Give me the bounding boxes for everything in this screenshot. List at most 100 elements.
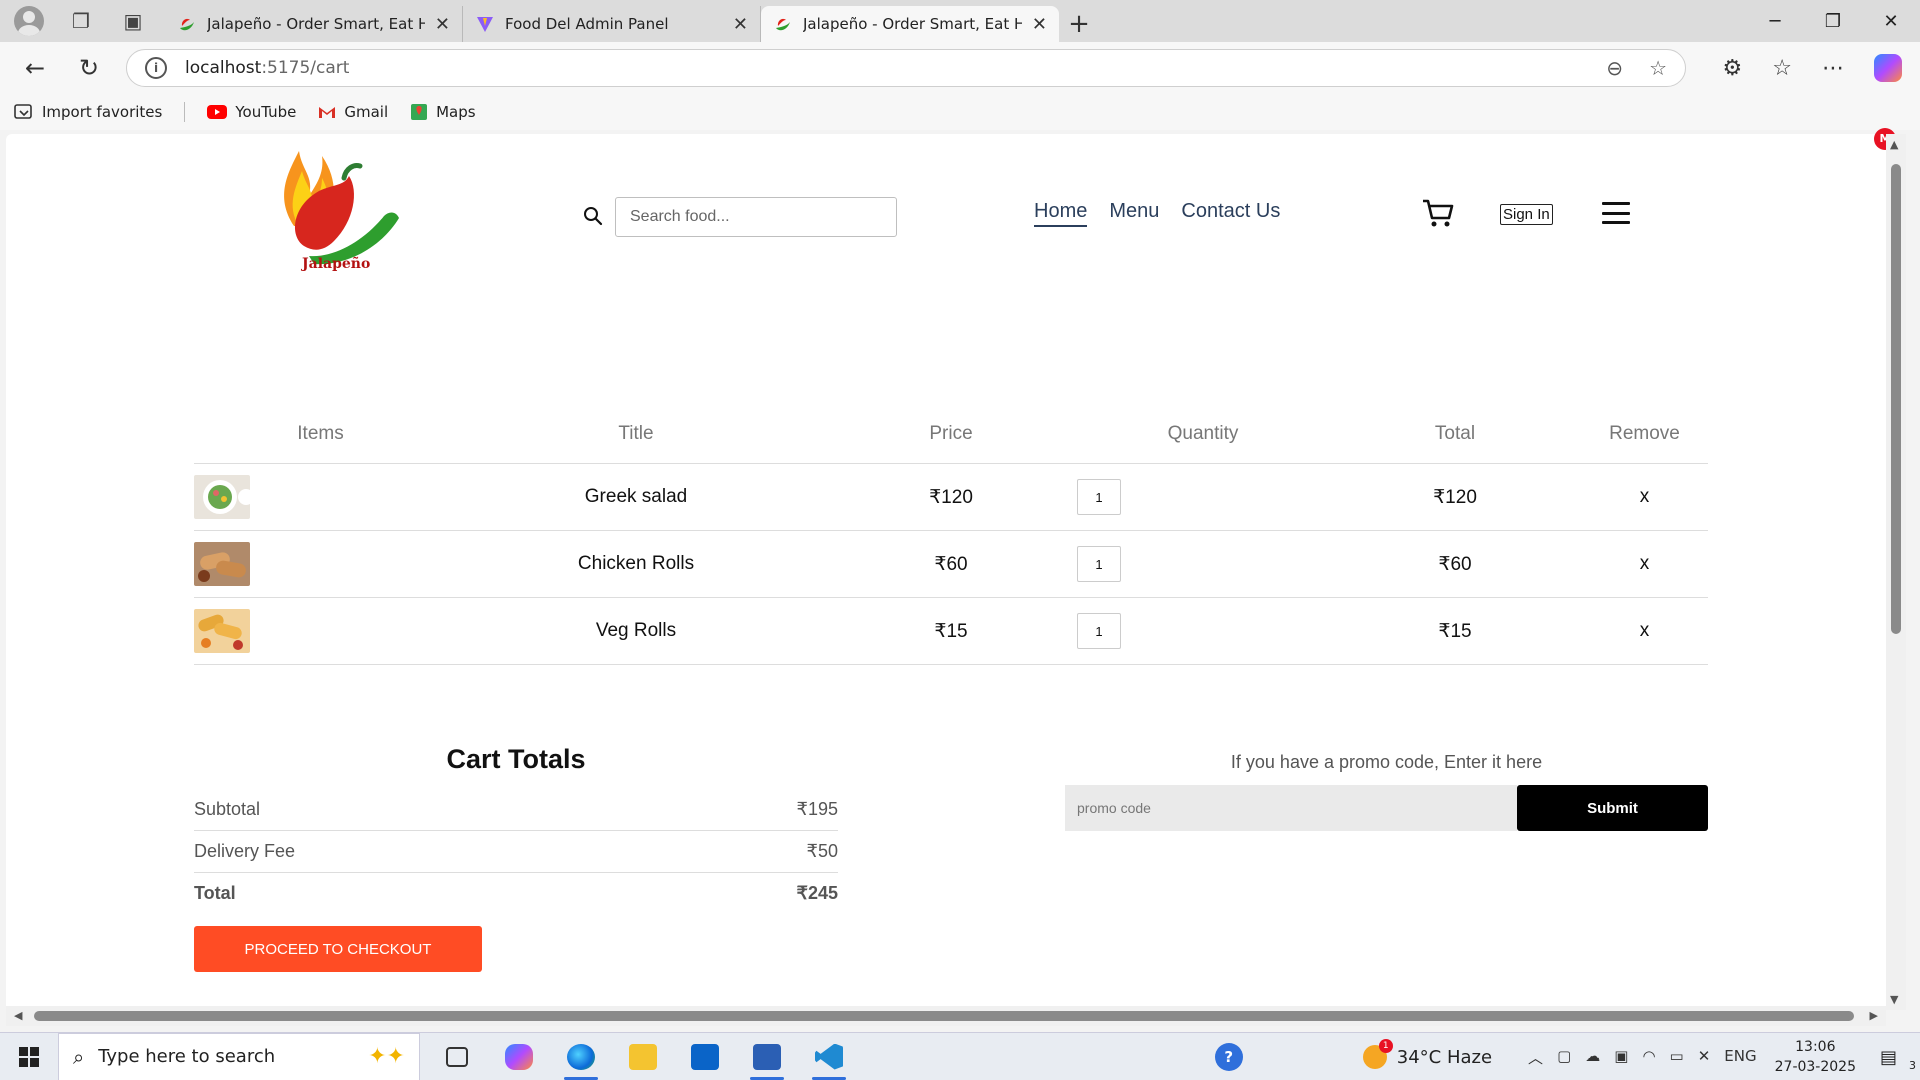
favorite-youtube[interactable]: YouTube: [207, 103, 296, 121]
remove-item-button[interactable]: x: [1581, 553, 1708, 575]
clock[interactable]: 13:06 27-03-2025: [1775, 1037, 1856, 1077]
browser-tab-2[interactable]: Food Del Admin Panel ✕: [463, 6, 761, 42]
new-tab-button[interactable]: +: [1059, 6, 1099, 42]
remove-item-button[interactable]: x: [1581, 620, 1708, 642]
tab-actions-icon[interactable]: ▣: [118, 6, 148, 36]
column-header: Quantity: [1167, 422, 1239, 444]
battery-icon[interactable]: ▭: [1670, 1047, 1684, 1068]
maps-icon: [411, 104, 428, 120]
item-title: Greek salad: [584, 486, 688, 507]
more-menu-icon[interactable]: ⋯: [1822, 56, 1844, 81]
horizontal-scroll-thumb[interactable]: [34, 1011, 1854, 1021]
vertical-scrollbar[interactable]: ▲ ▼: [1886, 134, 1906, 1010]
search-icon[interactable]: [583, 206, 603, 226]
subtotal-line: Subtotal ₹195: [194, 789, 838, 831]
workspaces-icon[interactable]: ❐: [66, 6, 96, 36]
help-icon[interactable]: ?: [1214, 1043, 1243, 1071]
meet-icon[interactable]: ▢: [1557, 1047, 1571, 1068]
windows-logo-icon: [19, 1046, 39, 1067]
quantity-field[interactable]: 1: [1077, 546, 1121, 582]
close-window-icon[interactable]: ✕: [1862, 0, 1920, 42]
site-info-icon[interactable]: i: [145, 57, 167, 79]
copilot-icon[interactable]: [1874, 54, 1902, 82]
browser-tab-1[interactable]: Jalapeño - Order Smart, Eat Healt ✕: [165, 6, 463, 42]
start-button[interactable]: [0, 1033, 58, 1080]
browser-tab-bar: ❐ ▣ Jalapeño - Order Smart, Eat Healt ✕ …: [0, 0, 1920, 42]
vscode-icon[interactable]: [806, 1034, 852, 1080]
nav-contact-us[interactable]: Contact Us: [1181, 200, 1280, 227]
scroll-down-icon[interactable]: ▼: [1890, 993, 1898, 1006]
greek-salad-image: [194, 475, 250, 519]
onedrive-icon[interactable]: ☁: [1585, 1047, 1600, 1068]
scroll-right-icon[interactable]: ▶: [1870, 1009, 1878, 1022]
item-total: ₹60: [1438, 553, 1472, 575]
tab-close-icon[interactable]: ✕: [1032, 14, 1047, 35]
quantity-field[interactable]: 1: [1077, 613, 1121, 649]
cart-table: Items Title Price Quantity Total Remove …: [194, 404, 1708, 665]
cart-icon[interactable]: [1421, 196, 1455, 230]
wifi-icon[interactable]: ◠: [1642, 1047, 1655, 1068]
search-input[interactable]: [615, 197, 897, 237]
column-header: Items: [297, 422, 344, 444]
edge-browser-icon[interactable]: [558, 1034, 604, 1080]
cart-totals-heading: Cart Totals: [446, 744, 586, 774]
refresh-icon[interactable]: ↻: [62, 42, 116, 94]
favorite-gmail[interactable]: Gmail: [318, 103, 388, 121]
cart-row: Chicken Rolls ₹60 1 ₹60 x: [194, 531, 1708, 598]
volume-muted-icon[interactable]: ✕: [1698, 1047, 1711, 1068]
taskbar-search[interactable]: ⌕ Type here to search ✦✦: [58, 1032, 420, 1080]
import-favorites-icon: [14, 104, 32, 119]
nav-home[interactable]: Home: [1034, 200, 1088, 227]
weather-widget[interactable]: 1 34°C Haze: [1362, 1039, 1492, 1069]
item-price: ₹60: [934, 553, 968, 575]
system-tray: ? 1 34°C Haze ︿ ▢ ☁ ▣ ◠ ▭ ✕ ENG 13:06 27…: [1214, 1033, 1920, 1080]
item-title: Veg Rolls: [595, 620, 677, 641]
zoom-out-icon[interactable]: ⊖: [1606, 56, 1623, 80]
tab-bar-left-controls: ❐ ▣: [0, 0, 165, 42]
clock-date: 27-03-2025: [1774, 1059, 1856, 1075]
file-explorer-icon[interactable]: [620, 1034, 666, 1080]
favorite-import[interactable]: Import favorites: [14, 103, 162, 121]
display-icon[interactable]: ▣: [1614, 1047, 1628, 1068]
extensions-icon[interactable]: ⚙: [1723, 56, 1743, 81]
favorite-star-icon[interactable]: ☆: [1649, 56, 1667, 80]
column-header: Price: [929, 422, 973, 444]
cart-row: Veg Rolls ₹15 1 ₹15 x: [194, 598, 1708, 665]
quantity-field[interactable]: 1: [1077, 479, 1121, 515]
window-controls: ─ ❐ ✕: [1746, 0, 1920, 42]
tab-title: Jalapeño - Order Smart, Eat Healt: [803, 15, 1022, 33]
tab-close-icon[interactable]: ✕: [435, 14, 450, 35]
notifications-icon[interactable]: ▤ 3: [1880, 1047, 1920, 1072]
scroll-left-icon[interactable]: ◀: [14, 1009, 22, 1022]
back-arrow-icon[interactable]: ←: [8, 42, 62, 94]
tab-close-icon[interactable]: ✕: [733, 14, 748, 35]
remove-item-button[interactable]: x: [1581, 486, 1708, 508]
promo-submit-button[interactable]: Submit: [1517, 785, 1708, 831]
vertical-scroll-thumb[interactable]: [1891, 164, 1901, 634]
browser-tab-3-active[interactable]: Jalapeño - Order Smart, Eat Healt ✕: [761, 6, 1059, 42]
minimize-icon[interactable]: ─: [1746, 0, 1804, 42]
scroll-up-icon[interactable]: ▲: [1890, 138, 1898, 151]
word-icon[interactable]: [744, 1034, 790, 1080]
copilot-app-icon[interactable]: [496, 1034, 542, 1080]
show-hidden-icons-chevron-icon[interactable]: ︿: [1528, 1047, 1543, 1068]
veg-rolls-image: [194, 609, 250, 653]
promo-code-input[interactable]: [1065, 785, 1517, 831]
column-header: Total: [1434, 422, 1476, 444]
language-indicator[interactable]: ENG: [1724, 1047, 1756, 1068]
sign-in-button[interactable]: Sign In: [1500, 204, 1553, 225]
horizontal-scrollbar[interactable]: ◀ ▶: [6, 1006, 1886, 1026]
favorites-icon[interactable]: ☆: [1772, 56, 1792, 81]
outlook-icon[interactable]: [682, 1034, 728, 1080]
favorite-label: Maps: [436, 103, 476, 121]
task-view-icon[interactable]: [434, 1034, 480, 1080]
favorite-maps[interactable]: Maps: [410, 103, 476, 121]
url-field[interactable]: i localhost:5175/cart ⊖ ☆: [126, 49, 1686, 87]
restore-icon[interactable]: ❐: [1804, 0, 1862, 42]
hamburger-menu-icon[interactable]: [1602, 202, 1630, 224]
item-price: ₹120: [929, 486, 973, 508]
column-header: Title: [618, 422, 654, 444]
nav-menu[interactable]: Menu: [1109, 200, 1159, 227]
proceed-to-checkout-button[interactable]: PROCEED TO CHECKOUT: [194, 926, 482, 972]
profile-avatar-icon[interactable]: [14, 6, 44, 36]
